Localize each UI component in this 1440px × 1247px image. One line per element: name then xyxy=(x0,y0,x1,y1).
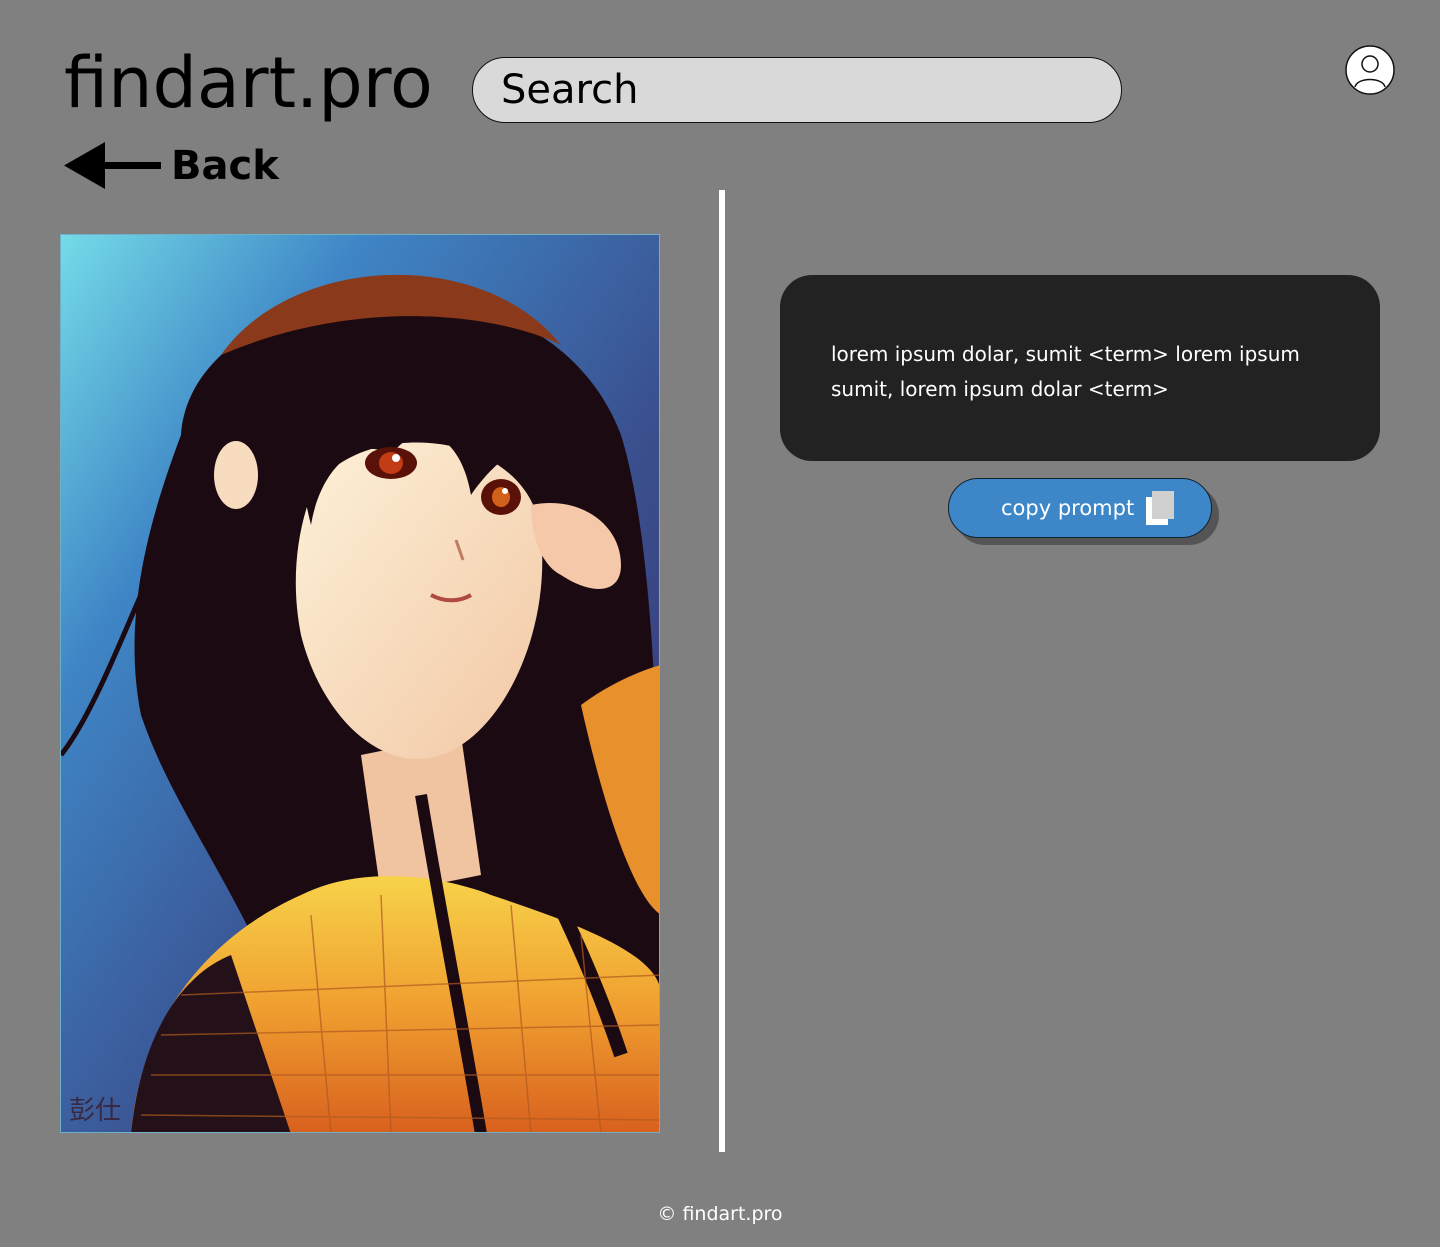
artwork-image: 彭仕 xyxy=(60,234,660,1133)
prompt-box: lorem ipsum dolar, sumit <term> lorem ip… xyxy=(780,275,1380,461)
prompt-text: lorem ipsum dolar, sumit <term> lorem ip… xyxy=(831,342,1300,401)
copy-icon xyxy=(1146,491,1174,525)
back-label: Back xyxy=(171,143,279,189)
search-input[interactable] xyxy=(501,58,1081,122)
back-button[interactable]: Back xyxy=(64,142,279,190)
artwork-signature: 彭仕 xyxy=(69,1096,121,1126)
copy-prompt-button[interactable]: copy prompt xyxy=(948,478,1212,538)
vertical-divider xyxy=(719,190,725,1152)
copy-prompt-label: copy prompt xyxy=(1001,496,1135,520)
arrow-left-icon xyxy=(64,142,161,189)
footer-copyright: © findart.pro xyxy=(657,1203,783,1225)
site-logo[interactable]: findart.pro xyxy=(64,40,433,126)
user-avatar-icon[interactable] xyxy=(1345,45,1395,95)
search-bar[interactable] xyxy=(472,57,1122,123)
